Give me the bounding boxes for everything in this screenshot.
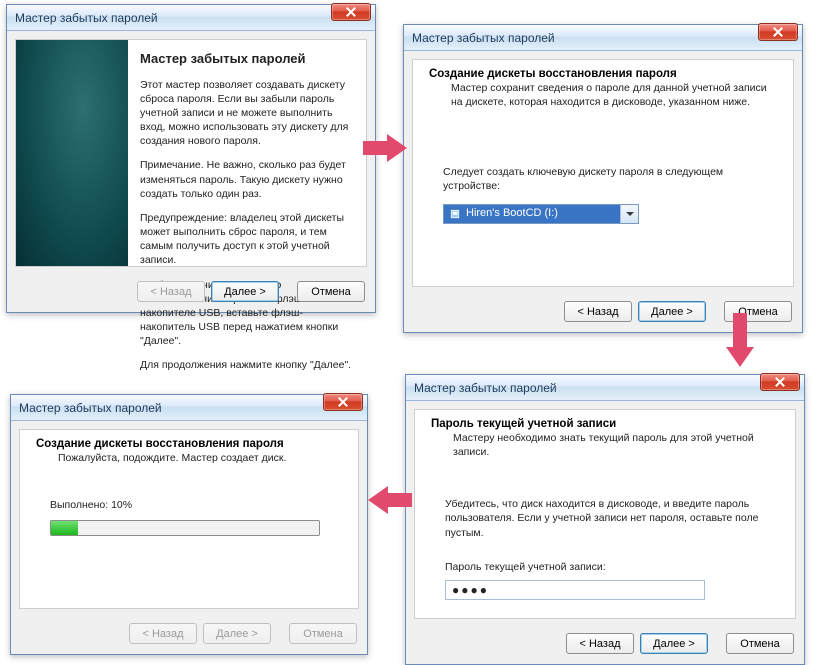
panel-body: Следует создать ключевую дискету пароля … (413, 115, 793, 232)
content-panel: Мастер забытых паролей Этот мастер позво… (15, 39, 367, 267)
cancel-button[interactable]: Отмена (297, 281, 365, 302)
cancel-button[interactable]: Отмена (726, 633, 794, 654)
window-title: Мастер забытых паролей (15, 11, 371, 25)
panel-subtitle: Мастеру необходимо знать текущий пароль … (453, 432, 779, 459)
back-button[interactable]: < Назад (566, 633, 634, 654)
titlebar[interactable]: Мастер забытых паролей (406, 375, 804, 401)
intro-para-2: Примечание. Не важно, сколько раз будет … (140, 158, 354, 201)
window-title: Мастер забытых паролей (19, 401, 363, 415)
next-button[interactable]: Далее > (640, 633, 708, 654)
intro-para-1: Этот мастер позволяет создавать дискету … (140, 78, 354, 149)
close-button[interactable] (760, 373, 800, 391)
panel-body: Выполнено: 10% (20, 472, 358, 544)
close-button[interactable] (758, 23, 798, 41)
intro-para-3: Предупреждение: владелец этой дискеты мо… (140, 211, 354, 268)
wizard-intro-text: Мастер забытых паролей Этот мастер позво… (128, 40, 366, 266)
next-button[interactable]: Далее > (211, 281, 279, 302)
dropdown-value: Hiren's BootCD (I:) (466, 206, 558, 221)
panel-header: Создание дискеты восстановления пароля М… (413, 60, 793, 115)
password-label: Пароль текущей учетной записи: (445, 560, 765, 574)
next-button: Далее > (203, 623, 271, 644)
titlebar[interactable]: Мастер забытых паролей (7, 5, 375, 31)
password-instruction: Убедитесь, что диск находится в дисковод… (445, 497, 765, 540)
titlebar[interactable]: Мастер забытых паролей (404, 25, 802, 51)
panel-header: Пароль текущей учетной записи Мастеру не… (415, 410, 795, 465)
chevron-down-icon[interactable] (620, 205, 638, 223)
panel-subtitle: Пожалуйста, подождите. Мастер создает ди… (58, 452, 342, 466)
panel-body: Убедитесь, что диск находится в дисковод… (415, 465, 795, 608)
wizard-step-1: Мастер забытых паролей Мастер забытых па… (6, 4, 376, 313)
progress-label: Выполнено: 10% (50, 498, 328, 512)
content-panel: Пароль текущей учетной записи Мастеру не… (414, 409, 796, 619)
intro-para-5: Для продолжения нажмите кнопку "Далее". (140, 358, 354, 372)
panel-title: Создание дискеты восстановления пароля (36, 438, 342, 450)
dropdown-selected: Hiren's BootCD (I:) (444, 205, 620, 223)
progress-bar-fill (51, 521, 78, 535)
content-panel: Создание дискеты восстановления пароля П… (19, 429, 359, 609)
wizard-heading: Мастер забытых паролей (140, 50, 354, 68)
panel-header: Создание дискеты восстановления пароля П… (20, 430, 358, 472)
button-row: < Назад Далее > Отмена (11, 617, 367, 654)
titlebar[interactable]: Мастер забытых паролей (11, 395, 367, 421)
device-instruction: Следует создать ключевую дискету пароля … (443, 165, 763, 193)
progress-bar (50, 520, 320, 536)
window-title: Мастер забытых паролей (412, 31, 798, 45)
panel-title: Создание дискеты восстановления пароля (429, 68, 777, 80)
panel-subtitle: Мастер сохранит сведения о пароле для да… (451, 82, 777, 109)
close-icon (338, 397, 348, 407)
window-title: Мастер забытых паролей (414, 381, 800, 395)
password-value: ●●●● (452, 582, 489, 598)
password-input[interactable]: ●●●● (445, 580, 705, 600)
close-icon (346, 7, 356, 17)
cancel-button: Отмена (289, 623, 357, 644)
wizard-side-image (16, 40, 128, 266)
wizard-step-4: Мастер забытых паролей Создание дискеты … (10, 394, 368, 655)
close-icon (775, 377, 785, 387)
panel-title: Пароль текущей учетной записи (431, 418, 779, 430)
back-button[interactable]: < Назад (564, 301, 632, 322)
drive-icon (448, 207, 462, 221)
wizard-step-2: Мастер забытых паролей Создание дискеты … (403, 24, 803, 333)
device-dropdown[interactable]: Hiren's BootCD (I:) (443, 204, 639, 224)
close-icon (773, 27, 783, 37)
close-button[interactable] (323, 393, 363, 411)
back-button: < Назад (129, 623, 197, 644)
next-button[interactable]: Далее > (638, 301, 706, 322)
wizard-step-3: Мастер забытых паролей Пароль текущей уч… (405, 374, 805, 665)
content-panel: Создание дискеты восстановления пароля М… (412, 59, 794, 287)
back-button: < Назад (137, 281, 205, 302)
close-button[interactable] (331, 3, 371, 21)
